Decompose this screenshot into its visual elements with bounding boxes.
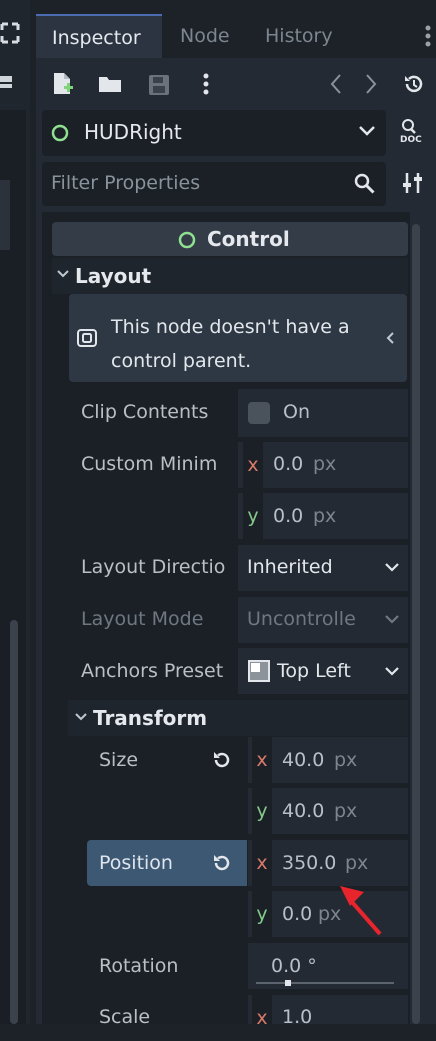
open-docs-icon[interactable]: DOC: [398, 116, 428, 148]
unit-px: px: [334, 800, 358, 822]
anchors-preset-value: Top Left: [277, 660, 351, 682]
size-x-field[interactable]: [248, 737, 408, 783]
clip-contents-checkbox[interactable]: [248, 402, 270, 424]
chevron-down-icon: [384, 561, 400, 573]
rotation-slider-track[interactable]: [256, 982, 394, 984]
left-panel-selection: [0, 180, 10, 250]
history-forward-icon[interactable]: [365, 73, 377, 95]
size-x-value: 40.0: [282, 749, 325, 771]
tab-history-label: History: [265, 25, 333, 47]
history-back-icon[interactable]: [330, 73, 342, 95]
group-layout-title: Layout: [75, 264, 152, 288]
layout-direction-label: Layout Directio: [81, 556, 226, 578]
property-tools-icon[interactable]: [402, 171, 424, 195]
search-icon: [354, 173, 376, 195]
clip-contents-label: Clip Contents: [81, 401, 209, 423]
axis-y-label: y: [243, 493, 263, 539]
tab-node-label: Node: [180, 25, 230, 47]
group-transform-title: Transform: [93, 706, 208, 730]
new-resource-icon[interactable]: [52, 72, 74, 96]
custom-min-label: Custom Minim: [81, 453, 218, 475]
filter-placeholder: Filter Properties: [51, 172, 201, 194]
object-menu-icon[interactable]: [202, 72, 210, 96]
axis-x-label: x: [243, 442, 263, 488]
layout-mode-label: Layout Mode: [81, 608, 204, 630]
position-y-value: 0.0: [282, 903, 313, 925]
node-type-icon: [50, 123, 70, 143]
axis-x-label: x: [252, 840, 272, 886]
position-x-value: 350.0: [282, 852, 337, 874]
dock-menu-icon[interactable]: [424, 24, 432, 48]
size-label: Size: [99, 749, 139, 771]
node-name: HUDRight: [84, 120, 182, 144]
unit-px: px: [345, 852, 369, 874]
anchors-preset-label: Anchors Preset: [81, 660, 224, 682]
chevron-left-icon[interactable]: [386, 331, 396, 345]
rotation-slider-grabber[interactable]: [284, 980, 291, 986]
axis-x-label: x: [252, 995, 272, 1029]
tab-history[interactable]: History: [265, 14, 333, 58]
save-icon[interactable]: [148, 74, 170, 96]
inspector-scrollbar[interactable]: [412, 224, 420, 1024]
scale-x-field[interactable]: [248, 995, 408, 1024]
warning-line-1: This node doesn't have a: [111, 316, 350, 338]
tab-inspector[interactable]: Inspector: [36, 14, 162, 58]
control-node-icon: [177, 230, 197, 250]
chevron-down-icon: [74, 711, 88, 723]
fullscreen-icon[interactable]: [0, 22, 20, 44]
axis-x-label: x: [252, 737, 272, 783]
layout-direction-value: Inherited: [247, 556, 333, 578]
custom-min-y-value: 0.0: [273, 505, 304, 527]
reset-position-icon[interactable]: [211, 852, 233, 874]
size-y-field[interactable]: [248, 788, 408, 834]
tab-inspector-label: Inspector: [52, 27, 141, 49]
section-control-title: Control: [207, 227, 290, 251]
warning-text: This node doesn't have a control parent.: [111, 310, 350, 378]
panel-layout-icon[interactable]: [0, 74, 14, 92]
history-list-icon[interactable]: [402, 72, 426, 96]
warning-line-2: control parent.: [111, 350, 252, 372]
left-scrollbar[interactable]: [10, 620, 18, 1024]
chevron-down-icon: [384, 665, 400, 677]
annotation-arrow-icon: [336, 880, 384, 938]
custom-min-x-value: 0.0: [273, 453, 304, 475]
chevron-down-icon[interactable]: [358, 124, 376, 138]
unit-px: px: [313, 505, 337, 527]
docs-label: DOC: [400, 135, 422, 145]
scale-label: Scale: [99, 1006, 151, 1028]
chevron-down-icon: [384, 613, 400, 625]
size-y-value: 40.0: [282, 800, 325, 822]
control-frame-icon: [76, 328, 98, 348]
open-folder-icon[interactable]: [98, 74, 124, 94]
clip-contents-value: On: [283, 401, 310, 423]
anchor-top-left-icon: [248, 660, 270, 682]
axis-y-label: y: [252, 891, 272, 937]
unit-px: px: [334, 749, 358, 771]
axis-y-label: y: [252, 788, 272, 834]
scale-x-value: 1.0: [282, 1006, 313, 1028]
rotation-value: 0.0 °: [271, 955, 317, 977]
layout-mode-value: Uncontrolle: [247, 608, 356, 630]
rotation-label: Rotation: [99, 955, 179, 977]
chevron-down-icon: [56, 268, 70, 280]
position-label: Position: [99, 852, 173, 874]
reset-size-icon[interactable]: [211, 749, 233, 771]
tab-node[interactable]: Node: [180, 14, 230, 58]
unit-px: px: [313, 453, 337, 475]
